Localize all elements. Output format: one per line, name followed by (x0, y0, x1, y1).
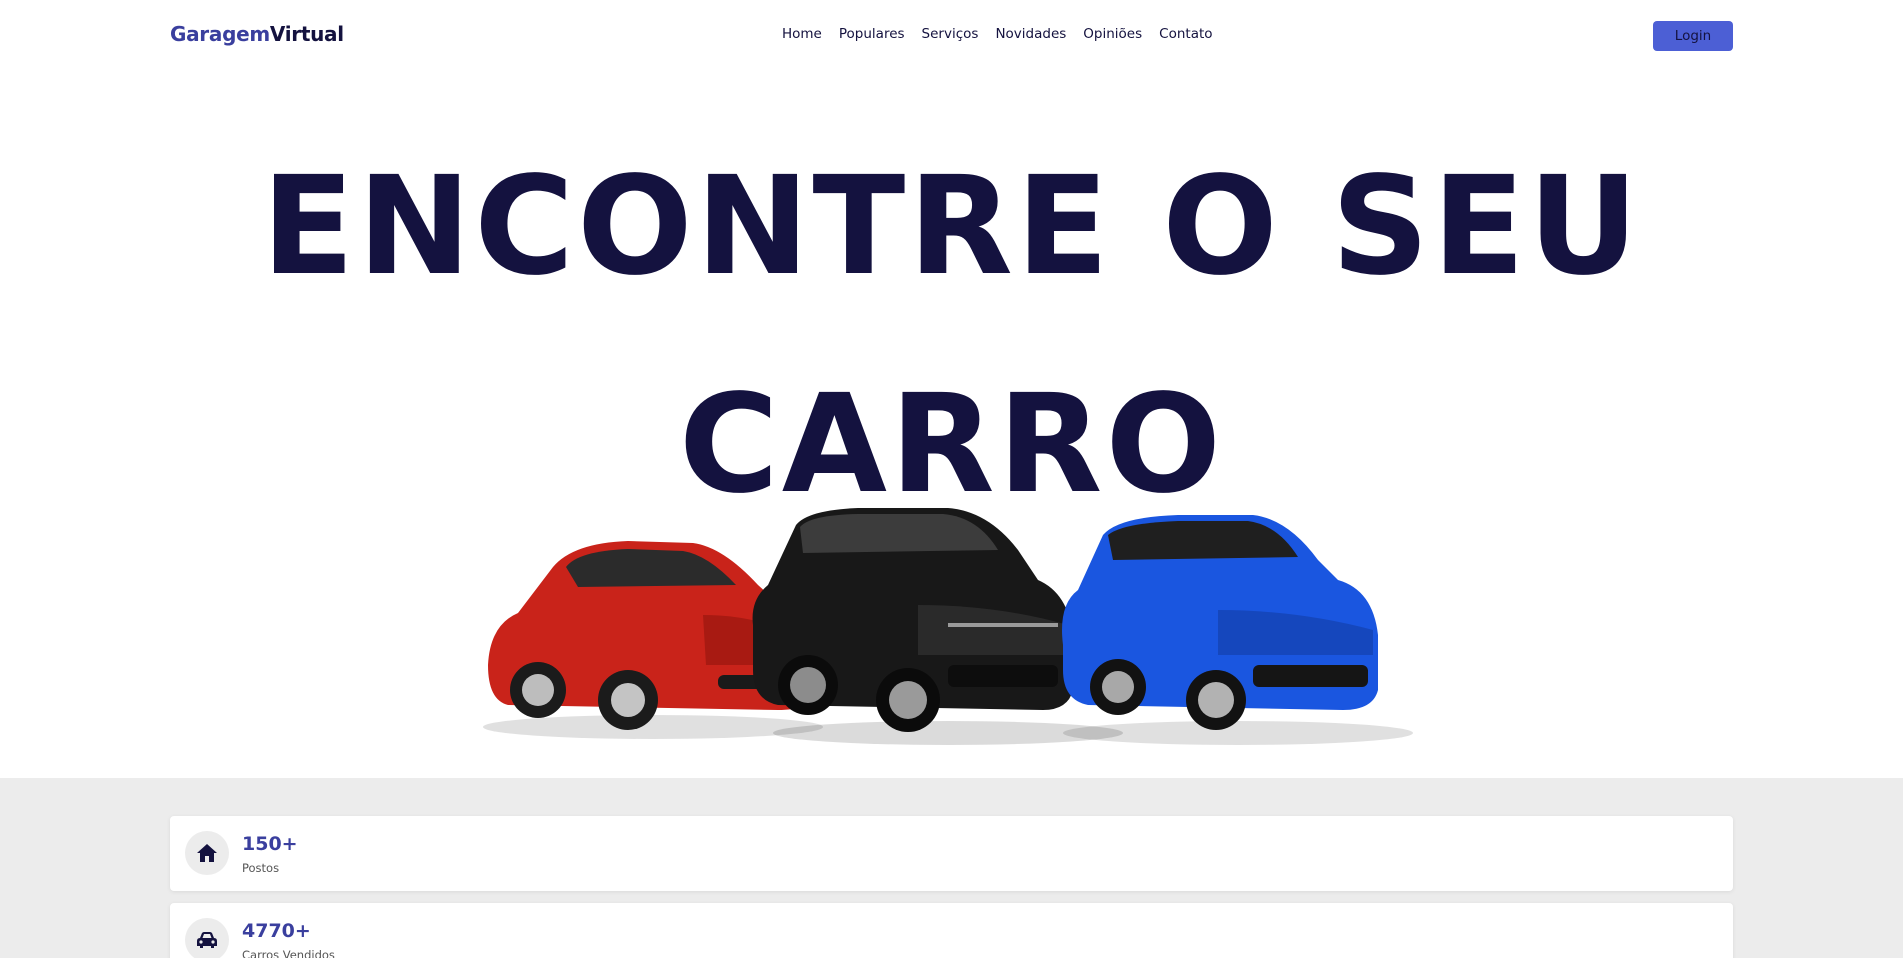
car-icon (185, 918, 229, 958)
hero-title-line-1: ENCONTRE O SEU (261, 148, 1642, 306)
stat-value: 4770+ (242, 920, 311, 942)
stat-card-cars-sold: 4770+ Carros Vendidos (170, 903, 1733, 958)
nav-link-contato[interactable]: Contato (1159, 26, 1212, 42)
stat-value: 150+ (242, 833, 298, 855)
cars-hero-image (483, 508, 1413, 745)
logo-part-2: Virtual (269, 22, 344, 46)
logo-part-1: Garagem (170, 22, 270, 46)
nav-link-novidades[interactable]: Novidades (995, 26, 1066, 42)
hero-title: ENCONTRE O SEU CARRO (0, 118, 1903, 554)
nav-link-servicos[interactable]: Serviços (922, 26, 979, 42)
nav-link-opinioes[interactable]: Opiniões (1083, 26, 1142, 42)
home-icon (185, 831, 229, 875)
stat-label: Postos (242, 861, 280, 875)
nav-link-home[interactable]: Home (782, 26, 822, 42)
hero-title-line-2: CARRO (678, 366, 1225, 524)
main-menu: Home Populares Serviços Novidades Opiniõ… (782, 26, 1213, 42)
brand-logo[interactable]: GaragemVirtual (170, 22, 344, 46)
nav-link-populares[interactable]: Populares (839, 26, 905, 42)
blue-suv (1062, 515, 1413, 745)
top-navbar: GaragemVirtual Home Populares Serviços N… (0, 0, 1903, 70)
stat-label: Carros Vendidos (242, 948, 335, 958)
stat-card-posts: 150+ Postos (170, 816, 1733, 891)
login-button[interactable]: Login (1653, 21, 1733, 51)
